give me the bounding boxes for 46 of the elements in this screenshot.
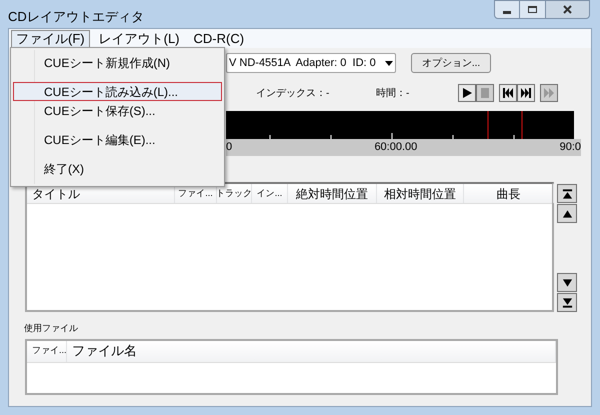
files-label: 使用ファイル — [24, 322, 79, 335]
arrow-up-icon — [562, 208, 572, 220]
ruler-label: 0 — [226, 140, 232, 156]
menu-bar-item[interactable]: レイアウト(L) — [94, 30, 184, 48]
arrow-bottom-icon — [562, 296, 572, 308]
column-header[interactable]: 絶対時間位置 — [288, 184, 377, 203]
close-button[interactable] — [546, 0, 590, 19]
close-icon — [563, 5, 572, 14]
menu-bar-item[interactable]: ファイル(F) — [11, 30, 90, 48]
menu-item[interactable]: CUEシート読み込み(L)... — [13, 82, 222, 101]
options-button[interactable]: オプション... — [411, 53, 491, 73]
drive-dropdown[interactable]: V ND-4551A Adapter: 0 ID: 0 — [226, 53, 396, 73]
previous-icon — [502, 87, 514, 99]
next-icon — [520, 87, 532, 99]
menu-item[interactable]: CUEシート新規作成(N) — [13, 53, 222, 72]
menu-bar-item[interactable]: CD-R(C) — [188, 30, 250, 48]
next-button[interactable] — [517, 84, 535, 102]
arrow-top-icon — [562, 188, 572, 200]
minimize-icon — [503, 11, 511, 14]
maximize-button[interactable] — [520, 0, 546, 19]
column-header[interactable]: ファイル名 — [67, 340, 556, 362]
ruler-label: 90:0 — [560, 140, 581, 156]
previous-button[interactable] — [499, 84, 517, 102]
fast-forward-icon — [543, 87, 555, 99]
window-title: CDレイアウトエディタ — [8, 8, 144, 26]
move-bottom-button[interactable] — [557, 293, 577, 312]
menu-item[interactable]: CUEシート保存(S)... — [13, 101, 222, 120]
maximize-icon — [528, 6, 537, 13]
move-up-button[interactable] — [557, 204, 577, 223]
move-down-button[interactable] — [557, 273, 577, 292]
move-top-button[interactable] — [557, 184, 577, 203]
menu-item[interactable]: CUEシート編集(E)... — [13, 130, 222, 149]
play-button[interactable] — [458, 84, 476, 102]
time-label: 時間：- — [376, 86, 410, 100]
column-header[interactable]: ファイ... — [27, 340, 67, 362]
column-header[interactable]: 相対時間位置 — [377, 184, 464, 203]
column-header[interactable]: 曲長 — [464, 184, 554, 203]
play-icon — [461, 87, 473, 99]
stop-icon — [479, 87, 491, 99]
index-label: インデックス：- — [256, 86, 330, 100]
column-header[interactable]: イン... — [252, 184, 288, 203]
caret-icon — [385, 60, 393, 66]
minimize-button[interactable] — [494, 0, 520, 19]
menu-item[interactable]: 終了(X) — [13, 159, 222, 178]
ruler-label: 60:00.00 — [374, 140, 418, 156]
arrow-down-icon — [562, 276, 572, 288]
